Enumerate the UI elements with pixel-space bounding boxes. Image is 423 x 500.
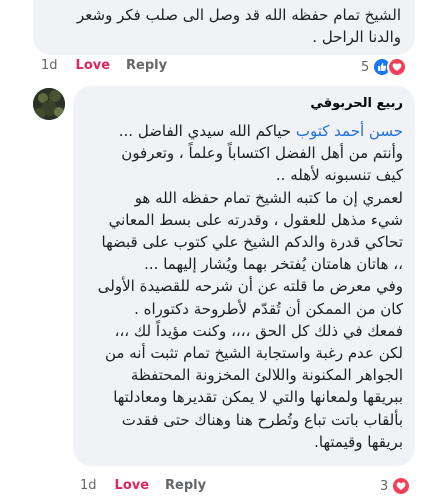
comment-text: حسن أحمد كتوب حياكم الله سيدي الفاضل ...… bbox=[81, 120, 403, 453]
comment-line: فمعك في ذلك كل الحق ،،،، وكنت مؤيداً لك … bbox=[114, 321, 403, 340]
comment-line: بألقاب باتت تباع وتُطرح هنا وهناك حتى فق… bbox=[121, 410, 403, 429]
comment-actions: 1d Love Reply bbox=[41, 58, 167, 73]
avatar[interactable] bbox=[33, 88, 65, 120]
comment-line: حسن أحمد كتوب حياكم الله سيدي الفاضل ... bbox=[81, 120, 403, 142]
comment-line: لعمري إن ما كتبه الشيخ تمام حفظه الله هو bbox=[134, 188, 403, 207]
love-button[interactable]: Love bbox=[76, 58, 111, 73]
comment-timestamp[interactable]: 1d bbox=[41, 58, 58, 73]
comment-bubble: ربيع الحربوقي حسن أحمد كتوب حياكم الله س… bbox=[73, 86, 415, 466]
comment-line: الجواهر المكنونة واللالئ المخزونة المحتف… bbox=[130, 366, 403, 385]
comment-line-text: حياكم الله سيدي الفاضل ... bbox=[118, 122, 296, 140]
comment-line: وفي معرض ما قلته عن أن شرحه للقصيدة الأو… bbox=[97, 277, 403, 296]
comment-line: تحاكي قدرة والدكم الشيخ علي كتوب على قبض… bbox=[101, 233, 403, 252]
comment-line: وأنتم من أهل الفضل اكتساباً وعلماً ، وتع… bbox=[121, 144, 403, 163]
comment-text: الشيخ تمام حفظه الله قد وصل الى صلب فكر … bbox=[76, 6, 401, 46]
reply-button[interactable]: Reply bbox=[165, 478, 206, 493]
reaction-summary[interactable]: 5 bbox=[361, 57, 408, 77]
comment-line: كان من الممكن أن تُقدّم لأطروحة دكتوراه … bbox=[134, 299, 403, 318]
mention-link[interactable]: حسن أحمد كتوب bbox=[296, 122, 403, 140]
comment-line: لكن عدم رغبة واستجابة الشيخ تمام تثبت أن… bbox=[105, 344, 403, 363]
comment-actions: 1d Love Reply bbox=[80, 478, 206, 493]
comment-line: بريقها وقيمتها. bbox=[314, 432, 403, 451]
reaction-summary[interactable]: 3 bbox=[380, 476, 412, 496]
reaction-count: 3 bbox=[380, 478, 389, 494]
love-button[interactable]: Love bbox=[115, 478, 150, 493]
reaction-count: 5 bbox=[361, 59, 370, 75]
heart-icon bbox=[391, 476, 412, 496]
comment-line: ،، هاتان هامتان يُفتخر بهما ويُشار إليهم… bbox=[144, 255, 403, 274]
comment-bubble: الشيخ تمام حفظه الله قد وصل الى صلب فكر … bbox=[33, 0, 415, 55]
comment-line: كيف تنسبونه لأهله .. bbox=[275, 166, 403, 185]
comment-line: ببريقها ولمعانها والتي لا يمكن تقديرها و… bbox=[113, 388, 403, 407]
reply-button[interactable]: Reply bbox=[126, 58, 167, 73]
heart-icon bbox=[387, 57, 408, 77]
comment-line: شيء مذهل للعقول ، وقدرته على بسط المعاني bbox=[108, 210, 403, 229]
comment-timestamp[interactable]: 1d bbox=[80, 478, 97, 493]
comment-author[interactable]: ربيع الحربوقي bbox=[310, 96, 403, 111]
